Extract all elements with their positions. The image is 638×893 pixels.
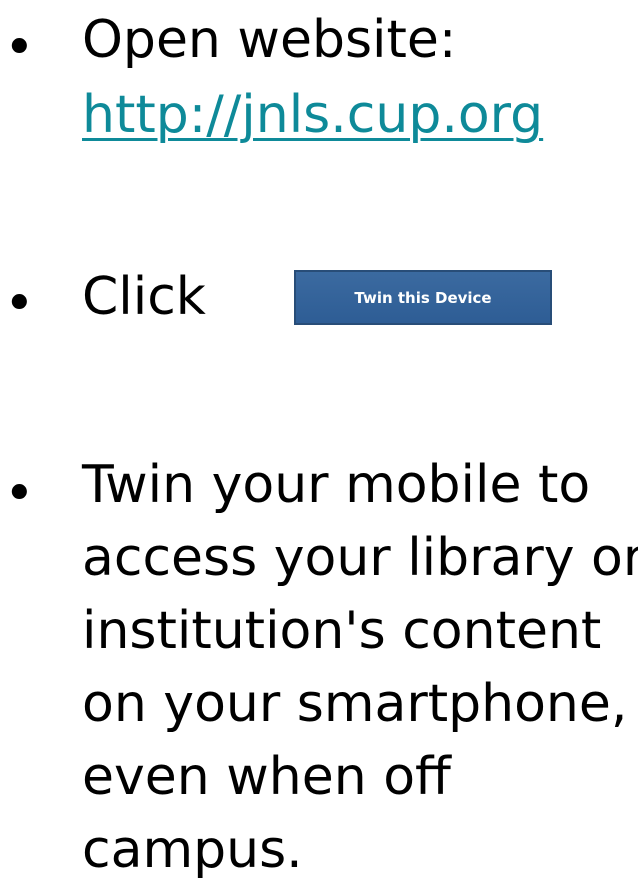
bullet-2: • (4, 274, 35, 334)
instruction-slide: • Open website: http://jnls.cup.org • Cl… (0, 0, 638, 893)
step3-line-3: institution's content (82, 601, 602, 661)
step3-line-4: on your smartphone, (82, 674, 628, 734)
step3-line-6: campus. (82, 820, 303, 880)
bullet-3: • (4, 464, 35, 524)
website-link[interactable]: http://jnls.cup.org (82, 80, 543, 150)
twin-this-device-button[interactable]: Twin this Device (294, 270, 552, 325)
step3-line-5: even when off (82, 747, 451, 807)
step2-label: Click (82, 267, 206, 327)
bullet-1: • (4, 18, 35, 78)
step3-line-2: access your library or (82, 528, 638, 588)
step1-label: Open website: (82, 10, 457, 70)
step3-line-1: Twin your mobile to (82, 455, 591, 515)
